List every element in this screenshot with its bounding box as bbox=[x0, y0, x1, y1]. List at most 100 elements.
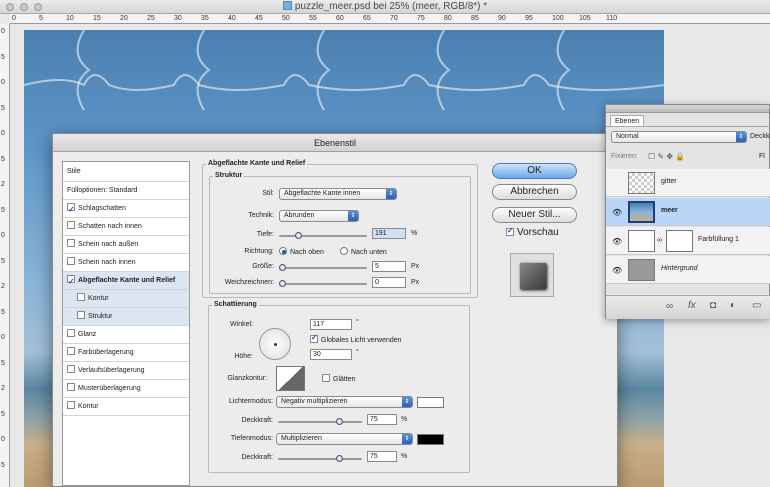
shadow-opacity-knob[interactable] bbox=[335, 455, 343, 462]
checkbox-icon bbox=[67, 273, 75, 291]
style-item[interactable]: Schlagschatten bbox=[63, 200, 189, 219]
ruler-tick-label: 60 bbox=[336, 15, 344, 22]
blend-mode-select[interactable]: Normal ⇕ bbox=[611, 131, 747, 143]
layer-row-background[interactable]: 👁 Hintergrund bbox=[606, 256, 770, 284]
antialias-checkbox[interactable]: Glätten bbox=[322, 374, 356, 383]
soften-slider[interactable] bbox=[279, 280, 367, 287]
style-item[interactable]: Kontur bbox=[63, 290, 189, 308]
angle-input[interactable]: 117 bbox=[310, 319, 352, 330]
size-label: Größe: bbox=[252, 263, 274, 270]
opacity-label: Deckk bbox=[750, 133, 770, 140]
select-arrow-icon: ⇕ bbox=[736, 132, 746, 142]
eye-icon[interactable]: 👁 bbox=[612, 237, 622, 246]
layer-row-gitter[interactable]: gitter bbox=[606, 169, 770, 197]
link-layers-icon[interactable]: ∞ bbox=[666, 301, 673, 312]
size-input[interactable]: 5 bbox=[372, 261, 406, 272]
layer-row-fill[interactable]: 👁 ∞ Farbfüllung 1 bbox=[606, 227, 770, 255]
shading-fieldset: Schattierung Winkel: 117 ° Globales Lich… bbox=[208, 301, 470, 473]
ruler-tick-label: 5 bbox=[1, 359, 5, 367]
cancel-button[interactable]: Abbrechen bbox=[492, 184, 577, 200]
style-item[interactable]: Farbüberlagerung bbox=[63, 344, 189, 362]
direction-up-radio[interactable]: Nach oben bbox=[279, 247, 324, 256]
soften-unit: Px bbox=[411, 279, 420, 286]
style-item-label: Schein nach innen bbox=[78, 259, 136, 266]
ruler-tick-label: 70 bbox=[390, 15, 398, 22]
style-item[interactable]: Verlaufsüberlagerung bbox=[63, 362, 189, 380]
size-slider-knob[interactable] bbox=[279, 264, 286, 271]
new-style-button[interactable]: Neuer Stil... bbox=[492, 207, 577, 223]
highlight-opacity-slider[interactable] bbox=[278, 418, 362, 425]
ruler-tick-label: 90 bbox=[498, 15, 506, 22]
style-item[interactable]: Kontur bbox=[63, 398, 189, 416]
style-item-label: Glanz bbox=[78, 331, 97, 338]
antialias-label: Glätten bbox=[333, 376, 356, 383]
size-slider[interactable] bbox=[279, 264, 367, 271]
lock-icons[interactable]: ☐ ✎ ✥ 🔒 bbox=[648, 152, 685, 161]
shadow-opacity-label: Deckkraft: bbox=[241, 454, 273, 461]
styles-header[interactable]: Stile bbox=[63, 162, 189, 182]
panel-titlebar[interactable] bbox=[606, 105, 769, 113]
style-item-label: Schein nach außen bbox=[78, 241, 139, 248]
highlight-mode-select[interactable]: Negativ multiplizieren ⇕ bbox=[276, 396, 413, 408]
style-item-label: Kontur bbox=[88, 295, 109, 302]
style-item[interactable]: Schatten nach innen bbox=[63, 218, 189, 236]
style-item[interactable]: Schein nach innen bbox=[63, 254, 189, 272]
preview-checkbox[interactable]: Vorschau bbox=[506, 226, 559, 238]
preview-label: Vorschau bbox=[517, 227, 559, 238]
shadow-mode-label: Tiefenmodus: bbox=[230, 435, 273, 442]
altitude-input[interactable]: 30 bbox=[310, 349, 352, 360]
style-item[interactable]: Glanz bbox=[63, 326, 189, 344]
horizontal-ruler[interactable]: 0 5 10 15 20 25 30 35 40 45 50 55 60 65 70 75 80 85 90 95 10… bbox=[10, 14, 770, 24]
ok-button[interactable]: OK bbox=[492, 163, 577, 179]
direction-down-radio[interactable]: Nach unten bbox=[340, 247, 387, 256]
checkbox-icon bbox=[67, 383, 75, 391]
blending-options-item[interactable]: Fülloptionen: Standard bbox=[63, 182, 189, 200]
layer-thumbnail bbox=[628, 172, 655, 194]
layer-row-meer[interactable]: 👁 meer bbox=[606, 198, 770, 226]
new-group-icon[interactable]: ▭ bbox=[752, 300, 761, 311]
mask-icon[interactable]: ◘ bbox=[710, 300, 716, 311]
ruler-tick-label: 0 bbox=[1, 232, 5, 239]
angle-dial[interactable] bbox=[259, 328, 291, 360]
depth-label: Tiefe: bbox=[256, 231, 274, 238]
style-item[interactable]: Struktur bbox=[63, 308, 189, 326]
vertical-ruler[interactable]: 0 5 0 5 0 5 2 5 0 5 2 5 0 5 2 5 0 5 bbox=[0, 24, 10, 487]
checkbox-icon bbox=[77, 293, 85, 301]
fill-label: Fl bbox=[759, 153, 765, 160]
shadow-mode-select[interactable]: Multiplizieren ⇕ bbox=[276, 433, 413, 445]
ruler-tick-label: 110 bbox=[606, 15, 618, 22]
shadow-opacity-input[interactable]: 75 bbox=[367, 451, 397, 462]
bevel-fieldset: Abgeflachte Kante und Relief Struktur St… bbox=[202, 160, 478, 298]
shadow-opacity-slider[interactable] bbox=[278, 455, 362, 462]
checkbox-icon bbox=[77, 311, 85, 319]
technique-select-value: Abrunden bbox=[284, 212, 315, 219]
depth-input[interactable]: 191 bbox=[372, 228, 406, 239]
layer-thumbnail bbox=[628, 259, 655, 281]
highlight-color-swatch[interactable] bbox=[417, 397, 444, 408]
style-item[interactable]: Schein nach außen bbox=[63, 236, 189, 254]
soften-slider-knob[interactable] bbox=[279, 280, 286, 287]
style-item-label: Farbüberlagerung bbox=[78, 349, 134, 356]
style-item[interactable]: Musterüberlagerung bbox=[63, 380, 189, 398]
highlight-mode-label: Lichtermodus: bbox=[229, 398, 273, 405]
global-light-checkbox[interactable]: Globales Licht verwenden bbox=[310, 333, 402, 344]
structure-fieldset: Struktur Stil: Abgeflachte Kante innen ⇕ … bbox=[209, 172, 471, 294]
depth-slider-knob[interactable] bbox=[295, 232, 303, 239]
style-item[interactable]: Abgeflachte Kante und Relief bbox=[63, 272, 189, 291]
shading-title: Schattierung bbox=[212, 301, 259, 308]
eye-icon[interactable]: 👁 bbox=[612, 208, 622, 217]
ruler-tick-label: 10 bbox=[66, 15, 74, 22]
technique-select[interactable]: Abrunden ⇕ bbox=[279, 210, 359, 222]
highlight-opacity-knob[interactable] bbox=[335, 418, 343, 425]
gloss-contour-picker[interactable] bbox=[276, 366, 305, 391]
soften-input[interactable]: 0 bbox=[372, 277, 406, 288]
style-select[interactable]: Abgeflachte Kante innen ⇕ bbox=[279, 188, 397, 200]
eye-icon[interactable]: 👁 bbox=[612, 266, 622, 275]
depth-slider[interactable] bbox=[279, 232, 367, 239]
highlight-opacity-unit: % bbox=[401, 416, 408, 423]
ruler-tick-label: 75 bbox=[417, 15, 425, 22]
adjustment-icon[interactable]: ◐ bbox=[730, 300, 736, 311]
shadow-color-swatch[interactable] bbox=[417, 434, 444, 445]
fx-icon[interactable]: fx bbox=[688, 300, 696, 311]
highlight-opacity-input[interactable]: 75 bbox=[367, 414, 397, 425]
